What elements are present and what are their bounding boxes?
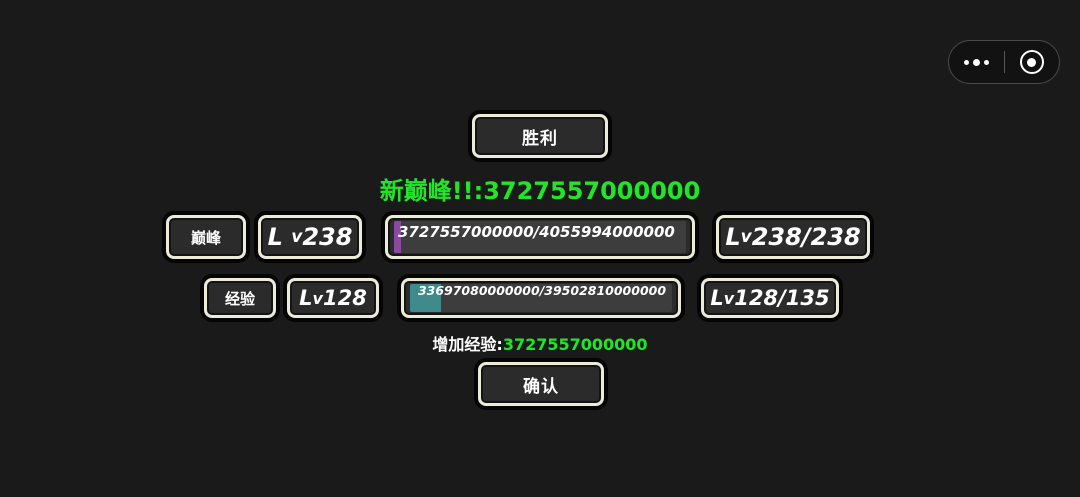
close-miniprogram-button[interactable]: [1005, 41, 1060, 83]
peak-progress-text: 3727557000000/4055994000000: [398, 223, 675, 241]
battle-result-screen: 胜利 新巅峰!!:3727557000000 巅峰 L v 238 3727557…: [0, 0, 1080, 497]
peak-tag: 巅峰: [166, 215, 246, 259]
confirm-label: 确认: [523, 376, 559, 397]
peak-progress-bar: 3727557000000/4055994000000: [385, 215, 695, 259]
exp-level: Lv 128: [287, 278, 379, 318]
victory-label: 胜利: [522, 128, 558, 149]
exp-progress-bar: 33697080000000/39502810000000: [401, 278, 681, 318]
peak-level-cap-value: 238/238: [751, 223, 861, 251]
exp-tag: 经验: [204, 278, 276, 318]
new-peak-headline: 新巅峰!!:3727557000000: [0, 171, 1080, 206]
exp-gain-label: 增加经验:: [432, 335, 503, 354]
exp-gain-value: 3727557000000: [502, 335, 648, 354]
miniprogram-capsule: [948, 40, 1060, 84]
confirm-button[interactable]: 确认: [478, 362, 604, 406]
victory-button[interactable]: 胜利: [472, 114, 608, 158]
more-dots-icon: [963, 58, 989, 66]
target-circle-icon: [1019, 50, 1044, 74]
new-peak-value: 3727557000000: [483, 177, 701, 205]
exp-gain-line: 增加经验:3727557000000: [0, 331, 1080, 355]
exp-level-cap: Lv 128/135: [701, 278, 839, 318]
peak-level-cap: Lv 238/238: [716, 215, 870, 259]
new-peak-label: 新巅峰!!:: [379, 177, 484, 205]
peak-level: L v 238: [258, 215, 362, 259]
peak-level-value: 238: [302, 223, 353, 251]
exp-progress-text: 33697080000000/39502810000000: [417, 284, 667, 298]
exp-level-value: 128: [322, 286, 367, 310]
exp-level-cap-value: 128/135: [734, 286, 830, 310]
more-menu-button[interactable]: [949, 41, 1004, 83]
